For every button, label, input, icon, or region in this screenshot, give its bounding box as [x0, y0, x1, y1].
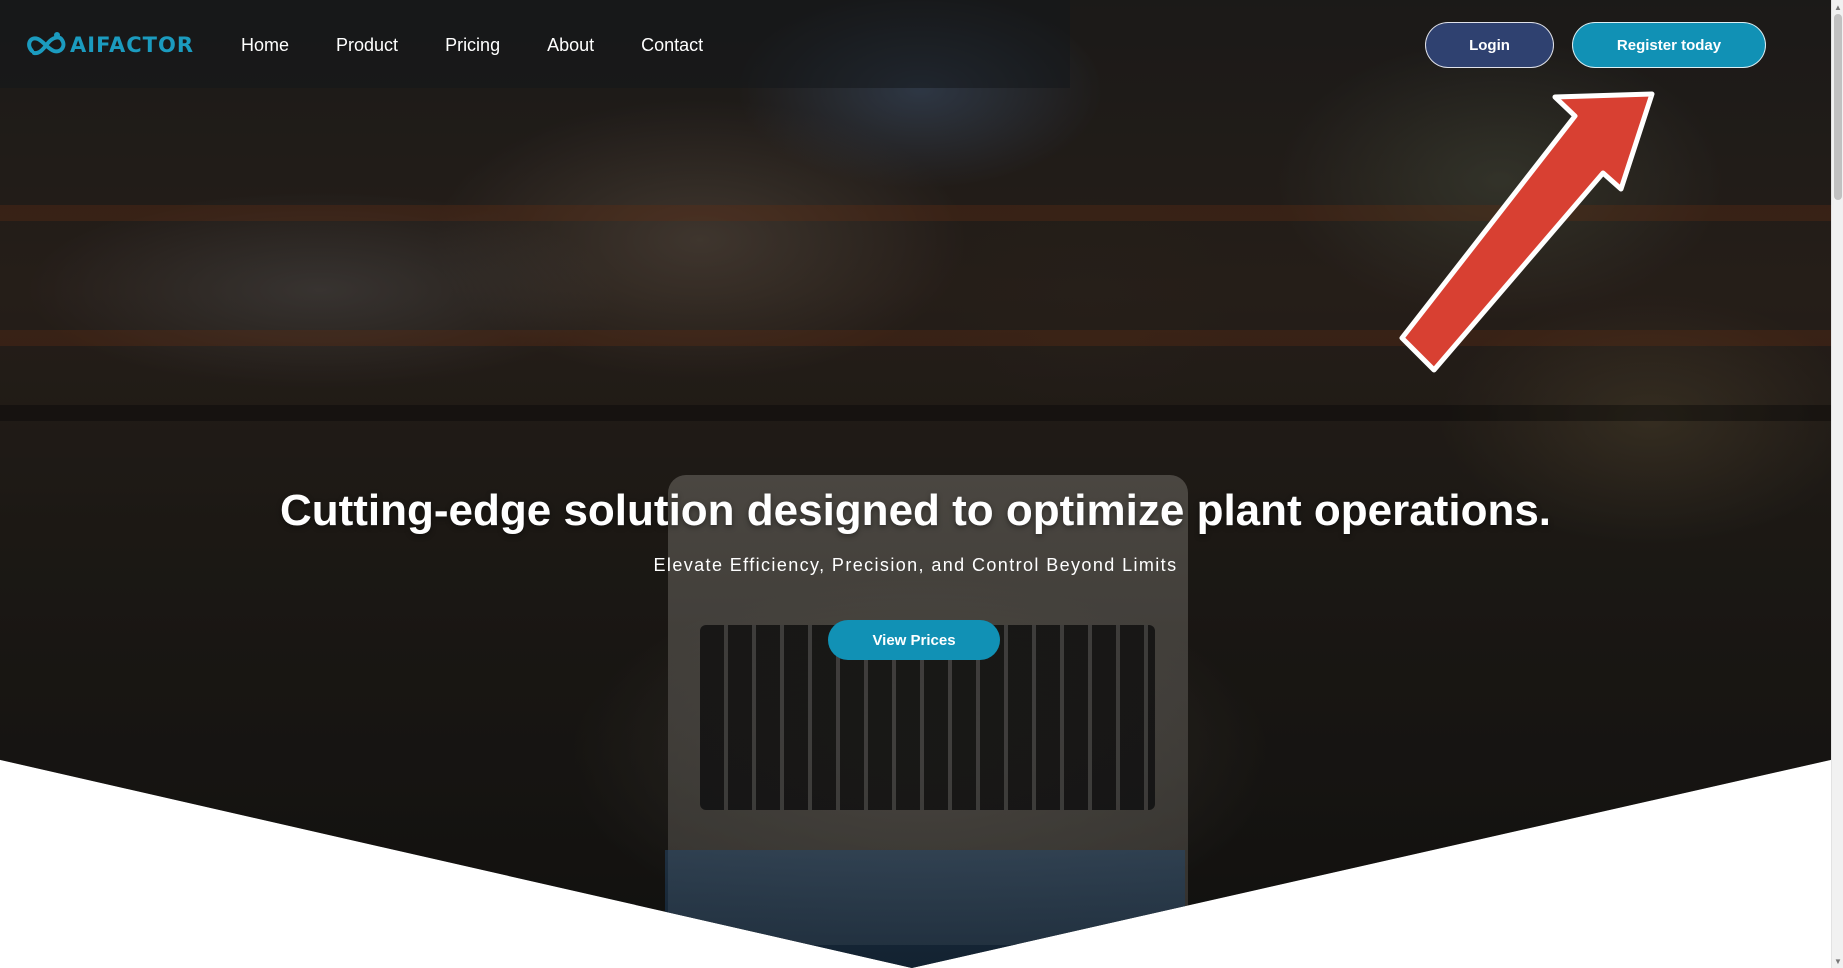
infinity-logo-icon	[27, 32, 66, 56]
hero-title: Cutting-edge solution designed to optimi…	[279, 486, 1552, 535]
scroll-up-arrow-icon[interactable]: ▲	[1832, 0, 1843, 14]
brand-name: AIFACTOR	[70, 33, 195, 57]
hero-subtitle: Elevate Efficiency, Precision, and Contr…	[653, 555, 1178, 575]
nav-pricing-link[interactable]: Pricing	[445, 35, 500, 56]
vertical-scrollbar[interactable]: ▲ ▼	[1831, 0, 1843, 968]
landing-page: AIFACTOR Home Product Pricing About Cont…	[0, 0, 1843, 968]
scroll-down-arrow-icon[interactable]: ▼	[1832, 954, 1843, 968]
view-prices-button[interactable]: View Prices	[828, 620, 1000, 660]
register-today-button[interactable]: Register today	[1572, 22, 1766, 68]
nav-home-link[interactable]: Home	[241, 35, 289, 56]
nav-about-link[interactable]: About	[547, 35, 594, 56]
nav-contact-link[interactable]: Contact	[641, 35, 703, 56]
red-arrow-icon	[1399, 91, 1655, 373]
scrollbar-thumb[interactable]	[1834, 14, 1842, 200]
login-button[interactable]: Login	[1425, 22, 1554, 68]
nav-product-link[interactable]: Product	[336, 35, 398, 56]
brand-logo[interactable]: AIFACTOR	[26, 30, 194, 60]
main-nav: Home Product Pricing About Contact	[241, 35, 750, 56]
